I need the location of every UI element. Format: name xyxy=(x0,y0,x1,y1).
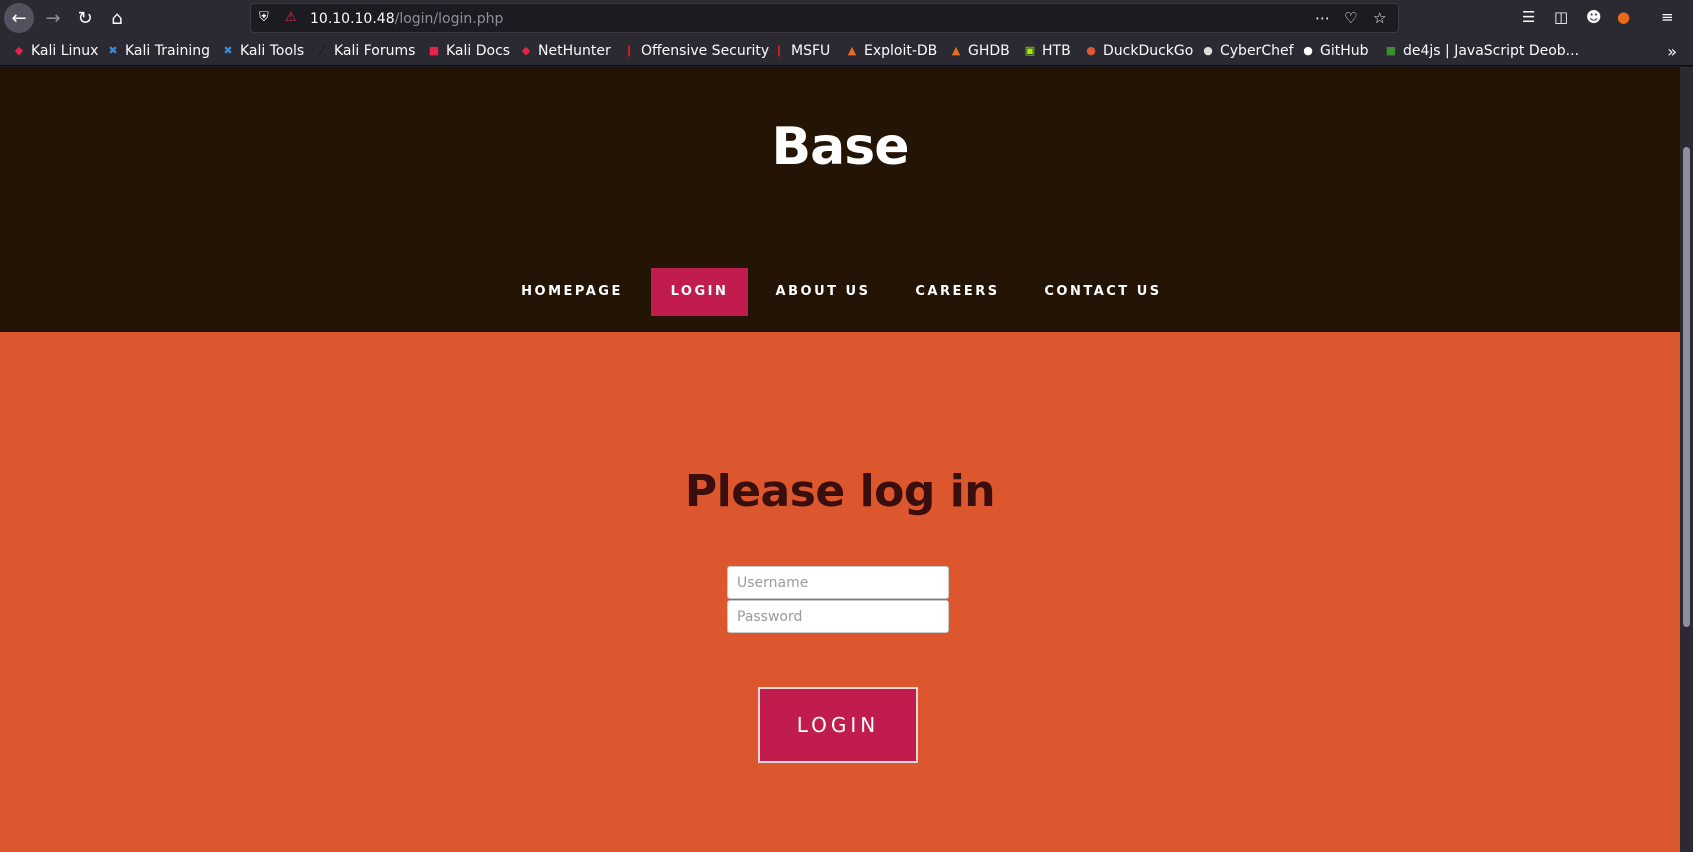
bookmark-item[interactable]: ╱ Kali Forums xyxy=(315,43,416,59)
kali-docs-icon: ■ xyxy=(428,44,440,57)
url-host: 10.10.10.48 xyxy=(310,11,395,27)
site-nav: HOMEPAGE LOGIN ABOUT US CAREERS CONTACT … xyxy=(0,268,1680,316)
bookmark-item[interactable]: ▲ Exploit-DB xyxy=(845,43,938,59)
site-header: Base HOMEPAGE LOGIN ABOUT US CAREERS CON… xyxy=(0,67,1680,332)
nav-homepage[interactable]: HOMEPAGE xyxy=(510,268,634,316)
bookmark-item[interactable]: ● GitHub xyxy=(1301,43,1369,59)
htb-cube-icon: ▣ xyxy=(1024,44,1036,57)
bookmark-item[interactable]: ✖ Kali Training xyxy=(106,43,210,59)
nav-careers[interactable]: CAREERS xyxy=(906,268,1009,316)
site-title: Base xyxy=(771,117,910,177)
bookmark-item[interactable]: ❙ Offensive Security xyxy=(622,43,769,59)
bookmarks-overflow-icon[interactable]: » xyxy=(1667,42,1677,61)
kali-dragon-icon: ◆ xyxy=(14,44,24,57)
bookmark-label: GitHub xyxy=(1320,43,1369,59)
ghdb-icon: ▲ xyxy=(951,44,961,57)
forward-arrow-icon[interactable]: → xyxy=(37,3,69,33)
bookmark-label: Kali Docs xyxy=(446,43,511,59)
browser-toolbar: ← → ↻ ⌂ ⛨ ⚠ 10.10.10.48/login/login.php … xyxy=(0,0,1693,36)
bookmark-star-icon[interactable]: ☆ xyxy=(1373,9,1386,27)
bookmark-item[interactable]: ◆ NetHunter xyxy=(519,43,611,59)
bookmark-item[interactable]: ❙ MSFU xyxy=(772,43,830,59)
menu-icon[interactable]: ≡ xyxy=(1661,8,1674,26)
bookmark-item[interactable]: ▲ GHDB xyxy=(949,43,1010,59)
bookmark-label: HTB xyxy=(1042,43,1071,59)
bookmark-label: Kali Forums xyxy=(334,43,416,59)
bookmark-item[interactable]: ● CyberChef xyxy=(1201,43,1294,59)
bookmark-label: MSFU xyxy=(791,43,831,59)
bookmark-item[interactable]: ● DuckDuckGo xyxy=(1084,43,1193,59)
de4js-icon: ■ xyxy=(1385,44,1397,57)
sidebar-icon[interactable]: ◫ xyxy=(1554,8,1568,26)
bookmark-item[interactable]: ■ Kali Docs xyxy=(427,43,510,59)
kali-tools-icon: ✖ xyxy=(223,44,233,57)
url-text[interactable]: 10.10.10.48/login/login.php xyxy=(310,11,503,27)
github-icon: ● xyxy=(1303,44,1313,57)
extension-icon[interactable]: ● xyxy=(1617,8,1630,26)
msfu-icon: ❙ xyxy=(774,44,784,57)
bookmarks-bar: ◆ Kali Linux ✖ Kali Training ✖ Kali Tools ╱ Kal… xyxy=(0,36,1693,66)
bookmark-item[interactable]: ■ de4js | JavaScript Deob... xyxy=(1384,43,1579,59)
bookmark-label: de4js | JavaScript Deob... xyxy=(1403,43,1580,59)
login-section: Please log in LOGIN xyxy=(0,332,1680,852)
bookmark-item[interactable]: ▣ HTB xyxy=(1023,43,1071,59)
bookmark-label: CyberChef xyxy=(1220,43,1294,59)
bookmark-item[interactable]: ◆ Kali Linux xyxy=(12,43,99,59)
home-icon[interactable]: ⌂ xyxy=(101,3,133,33)
login-heading: Please log in xyxy=(684,466,996,517)
kali-forums-icon: ╱ xyxy=(318,44,326,57)
bookmark-label: DuckDuckGo xyxy=(1103,43,1194,59)
username-input[interactable] xyxy=(727,566,949,599)
bookmark-label: GHDB xyxy=(968,43,1010,59)
more-actions-icon[interactable]: ⋯ xyxy=(1315,9,1330,27)
insecure-lock-icon[interactable]: ⚠ xyxy=(285,10,297,25)
bookmark-label: Kali Linux xyxy=(31,43,99,59)
cyberchef-icon: ● xyxy=(1203,44,1213,57)
nav-contact-us[interactable]: CONTACT US xyxy=(1035,268,1171,316)
account-icon[interactable]: ☻ xyxy=(1586,8,1602,26)
scrollbar-thumb[interactable] xyxy=(1683,147,1690,627)
password-input[interactable] xyxy=(727,600,949,633)
shield-icon[interactable]: ⛨ xyxy=(259,10,269,25)
url-bar[interactable]: ⛨ ⚠ 10.10.10.48/login/login.php ⋯ ♡ ☆ xyxy=(250,3,1399,33)
library-icon[interactable]: ☰ xyxy=(1522,8,1535,26)
login-button[interactable]: LOGIN xyxy=(758,687,918,763)
page-scrollbar[interactable] xyxy=(1680,67,1693,852)
duckduckgo-icon: ● xyxy=(1086,44,1096,57)
bookmark-label: Kali Training xyxy=(125,43,210,59)
bookmark-label: Exploit-DB xyxy=(864,43,938,59)
reload-icon[interactable]: ↻ xyxy=(69,3,101,33)
bookmark-item[interactable]: ✖ Kali Tools xyxy=(221,43,304,59)
bookmark-label: Offensive Security xyxy=(641,43,770,59)
pocket-icon[interactable]: ♡ xyxy=(1344,9,1357,27)
nethunter-icon: ◆ xyxy=(521,44,531,57)
back-arrow-icon[interactable]: ← xyxy=(4,3,34,33)
offsec-icon: ❙ xyxy=(624,44,634,57)
page-viewport: Base HOMEPAGE LOGIN ABOUT US CAREERS CON… xyxy=(0,67,1680,852)
bookmark-label: NetHunter xyxy=(538,43,611,59)
kali-training-icon: ✖ xyxy=(108,44,118,57)
nav-about-us[interactable]: ABOUT US xyxy=(766,268,880,316)
bookmark-label: Kali Tools xyxy=(240,43,305,59)
exploit-db-icon: ▲ xyxy=(847,44,857,57)
url-path: /login/login.php xyxy=(394,11,504,27)
nav-login[interactable]: LOGIN xyxy=(651,268,748,316)
